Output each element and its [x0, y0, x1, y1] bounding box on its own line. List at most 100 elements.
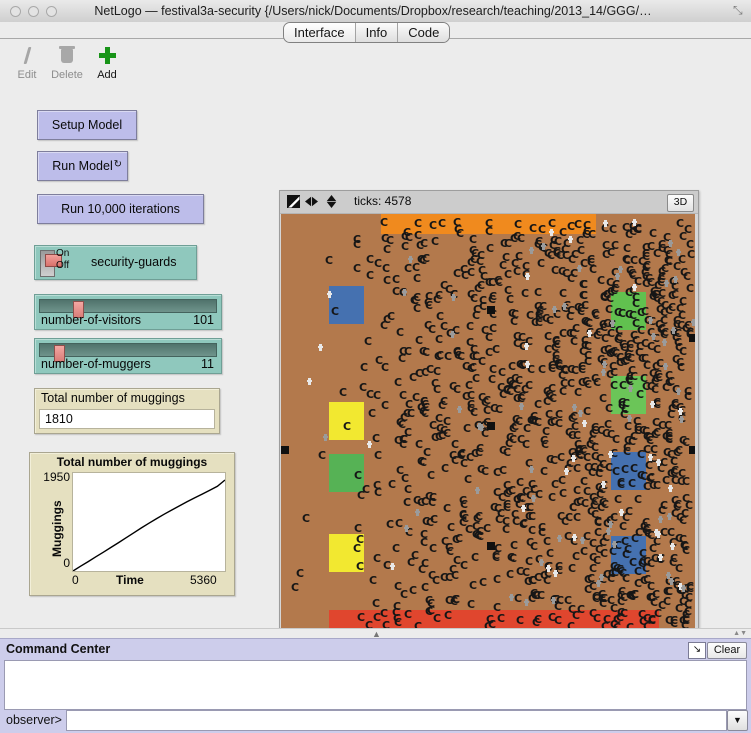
- turtle-visitor: C: [441, 462, 450, 475]
- turtle-visitor: C: [399, 345, 408, 358]
- turtle-security-guard: [628, 385, 633, 392]
- turtle-visitor: C: [429, 542, 438, 555]
- turtle-visitor: C: [478, 264, 487, 277]
- turtle-visitor: C: [574, 386, 583, 399]
- world-view[interactable]: CCCCCCCCCCCCCCCCCCCCCCCCCCCCCCCCCCCCCCCC…: [281, 214, 695, 632]
- turtle-visitor: C: [559, 287, 568, 300]
- turtle-visitor: C: [399, 433, 408, 446]
- turtle-visitor: C: [540, 465, 549, 478]
- turtle-visitor: C: [618, 396, 627, 409]
- plot-y-min-label: 0: [63, 556, 70, 570]
- turtle-security-guard: [323, 434, 328, 441]
- turtle-visitor: C: [514, 592, 523, 605]
- slider-track[interactable]: [39, 343, 217, 362]
- command-history-dropdown[interactable]: ▼: [727, 710, 748, 731]
- horizontal-pan-icon[interactable]: [305, 195, 318, 208]
- turtle-visitor: C: [460, 457, 469, 470]
- turtle-visitor: C: [467, 598, 476, 611]
- command-input[interactable]: [66, 710, 727, 731]
- vertical-pan-icon[interactable]: [325, 195, 338, 208]
- turtle-visitor: C: [467, 402, 476, 415]
- turtle-visitor: C: [405, 398, 414, 411]
- add-button[interactable]: Add: [84, 47, 130, 81]
- turtle-security-guard: [601, 369, 606, 376]
- tab-code[interactable]: Code: [398, 23, 450, 42]
- splitter-arrows-icon[interactable]: ▲▼: [733, 630, 747, 637]
- turtle-visitor: C: [404, 483, 413, 496]
- turtle-visitor: C: [554, 600, 563, 613]
- turtle-visitor: C: [642, 562, 651, 575]
- black-marker-patch: [281, 446, 289, 454]
- turtle-visitor: C: [583, 316, 592, 329]
- turtle-visitor: C: [356, 560, 365, 573]
- turtle-visitor: C: [528, 524, 537, 537]
- turtle-visitor: C: [665, 614, 674, 627]
- turtle-mugger: [678, 408, 683, 415]
- slider-track[interactable]: [39, 299, 217, 318]
- turtle-visitor: C: [646, 591, 655, 604]
- run-model-button[interactable]: Run Model ↻: [37, 151, 128, 181]
- turtle-visitor: C: [409, 584, 418, 597]
- turtle-visitor: C: [624, 351, 633, 364]
- turtle-visitor: C: [653, 343, 662, 356]
- security-guards-switch[interactable]: On Off security-guards: [34, 245, 197, 280]
- tab-info[interactable]: Info: [355, 23, 399, 42]
- turtle-visitor: C: [633, 415, 642, 428]
- turtle-visitor: C: [630, 462, 639, 475]
- turtle-mugger: [632, 219, 637, 226]
- 3d-view-button[interactable]: 3D: [667, 194, 694, 212]
- clear-button[interactable]: Clear: [707, 642, 747, 659]
- plot-area: [72, 472, 226, 572]
- number-of-muggers-slider[interactable]: number-of-muggers 11: [34, 338, 222, 374]
- turtle-visitor: C: [466, 320, 475, 333]
- turtle-mugger: [525, 361, 530, 368]
- world-view-header: ticks: 4578 3D: [280, 191, 698, 214]
- turtle-security-guard: [658, 516, 663, 523]
- turtle-visitor: C: [471, 447, 480, 460]
- turtle-visitor: C: [418, 563, 427, 576]
- turtle-visitor: C: [464, 473, 473, 486]
- turtle-visitor: C: [483, 394, 492, 407]
- turtle-visitor: C: [682, 475, 691, 488]
- turtle-visitor: C: [569, 501, 578, 514]
- turtle-visitor: C: [600, 547, 609, 560]
- turtle-mugger: [656, 531, 661, 538]
- turtle-security-guard: [572, 404, 577, 411]
- turtle-visitor: C: [382, 262, 391, 275]
- setup-model-button[interactable]: Setup Model: [37, 110, 137, 140]
- turtle-visitor: C: [410, 294, 419, 307]
- run-10000-iterations-button[interactable]: Run 10,000 iterations: [37, 194, 204, 224]
- turtle-visitor: C: [392, 273, 401, 286]
- turtle-security-guard: [681, 585, 686, 592]
- turtle-security-guard: [671, 327, 676, 334]
- turtle-visitor: C: [420, 536, 429, 549]
- turtle-visitor: C: [673, 314, 682, 327]
- turtle-visitor: C: [517, 433, 526, 446]
- turtle-visitor: C: [614, 306, 623, 319]
- turtle-security-guard: [662, 339, 667, 346]
- turtle-security-guard: [676, 388, 681, 395]
- turtle-visitor: C: [444, 350, 453, 363]
- turtle-security-guard: [667, 513, 672, 520]
- turtle-visitor: C: [357, 489, 366, 502]
- turtle-visitor: C: [535, 488, 544, 501]
- turtle-visitor: C: [586, 438, 595, 451]
- number-of-visitors-slider[interactable]: number-of-visitors 101: [34, 294, 222, 330]
- muggings-plot: Total number of muggings 1950 0 Muggings…: [29, 452, 235, 596]
- turtle-visitor: C: [354, 469, 363, 482]
- tab-interface[interactable]: Interface: [284, 23, 356, 42]
- expand-icon[interactable]: ↘: [688, 642, 706, 659]
- turtle-visitor: C: [421, 581, 430, 594]
- turtle-mugger: [601, 481, 606, 488]
- turtle-security-guard: [618, 266, 623, 273]
- turtle-visitor: C: [429, 219, 438, 232]
- turtle-visitor: C: [528, 478, 537, 491]
- turtle-visitor: C: [502, 251, 511, 264]
- select-tool-icon[interactable]: [287, 195, 300, 208]
- turtle-mugger: [658, 554, 663, 561]
- turtle-visitor: C: [473, 512, 482, 525]
- turtle-visitor: C: [353, 238, 362, 251]
- turtle-visitor: C: [436, 422, 445, 435]
- resize-corner-icon[interactable]: ⤡: [733, 4, 746, 17]
- turtle-visitor: C: [426, 516, 435, 529]
